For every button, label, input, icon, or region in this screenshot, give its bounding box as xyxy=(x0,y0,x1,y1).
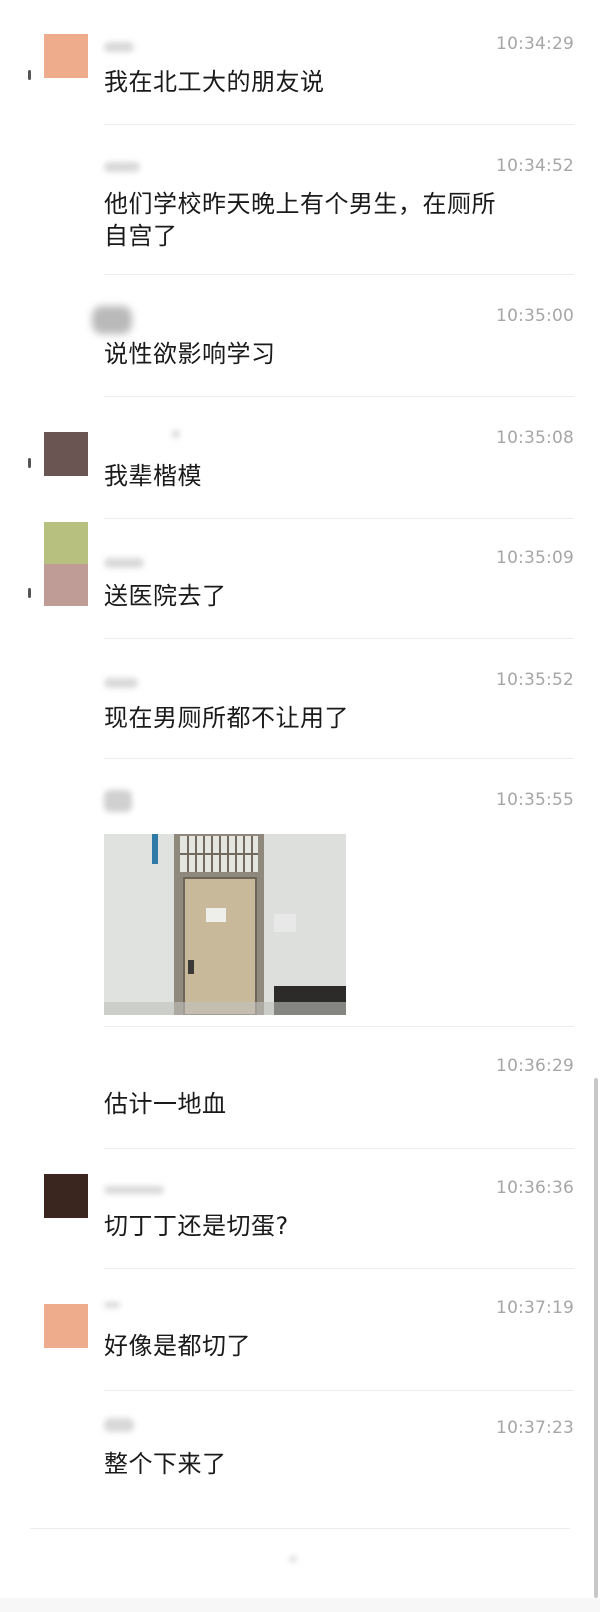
message-text: 送医院去了 xyxy=(104,582,227,610)
avatar[interactable] xyxy=(44,34,88,78)
chat-message[interactable]: 10:36:36 切丁丁还是切蛋? xyxy=(0,1174,600,1268)
divider xyxy=(104,396,574,397)
message-time: 10:34:52 xyxy=(496,156,574,176)
message-text-line: 自宫了 xyxy=(104,222,178,250)
divider xyxy=(104,758,574,759)
avatar-blurred xyxy=(104,790,132,812)
sender-name-blurred xyxy=(104,1186,164,1194)
chat-message[interactable]: 10:34:52 他们学校昨天晚上有个男生，在厕所 自宫了 xyxy=(0,156,600,274)
avatar[interactable] xyxy=(44,1174,88,1218)
chat-message[interactable]: 10:35:09 送医院去了 xyxy=(0,522,600,638)
divider xyxy=(104,638,574,639)
message-text: 说性欲影响学习 xyxy=(104,340,276,368)
message-text: 整个下来了 xyxy=(104,1450,227,1478)
sender-name-blurred xyxy=(104,1418,134,1432)
chat-message[interactable]: 10:35:55 xyxy=(0,790,600,1026)
avatar[interactable] xyxy=(44,432,88,476)
sender-name-blurred xyxy=(172,430,180,438)
message-time: 10:35:55 xyxy=(496,790,574,810)
chat-message[interactable]: 10:37:19 好像是都切了 xyxy=(0,1298,600,1390)
message-text: 现在男厕所都不让用了 xyxy=(104,704,349,732)
selection-mark xyxy=(28,458,31,468)
message-text: 我在北工大的朋友说 xyxy=(104,68,325,96)
divider xyxy=(104,1390,574,1391)
chat-message[interactable]: 10:35:52 现在男厕所都不让用了 xyxy=(0,670,600,758)
sender-name-blurred xyxy=(104,1302,120,1308)
message-time: 10:35:09 xyxy=(496,548,574,568)
selection-mark xyxy=(28,70,31,80)
message-time: 10:36:29 xyxy=(496,1056,574,1076)
avatar[interactable] xyxy=(44,522,88,564)
divider xyxy=(104,518,574,519)
avatar-blurred xyxy=(92,306,132,334)
list-end-dot xyxy=(290,1556,296,1562)
message-text: 好像是都切了 xyxy=(104,1332,251,1360)
chat-message[interactable]: 10:35:00 说性欲影响学习 xyxy=(0,306,600,396)
chat-message[interactable]: 10:36:29 估计一地血 xyxy=(0,1056,600,1148)
sender-name-blurred xyxy=(104,558,144,568)
divider xyxy=(104,1148,574,1149)
sender-name-blurred xyxy=(104,42,134,52)
message-text-line: 他们学校昨天晚上有个男生，在厕所 xyxy=(104,190,496,218)
chat-history: 10:34:29 我在北工大的朋友说 10:34:52 他们学校昨天晚上有个男生… xyxy=(0,0,600,1612)
chat-message[interactable]: 10:37:23 整个下来了 xyxy=(0,1418,600,1518)
selection-mark xyxy=(28,588,31,598)
restroom-door-photo[interactable] xyxy=(104,834,346,1015)
message-time: 10:35:08 xyxy=(496,428,574,448)
bottom-bar xyxy=(0,1598,600,1612)
divider xyxy=(104,1268,574,1269)
divider xyxy=(104,274,574,275)
scrollbar[interactable] xyxy=(594,1078,598,1598)
photo-illustration xyxy=(104,834,346,1015)
message-time: 10:37:23 xyxy=(496,1418,574,1438)
divider xyxy=(30,1528,570,1529)
message-time: 10:35:52 xyxy=(496,670,574,690)
message-time: 10:34:29 xyxy=(496,34,574,54)
message-time: 10:36:36 xyxy=(496,1178,574,1198)
sender-name-blurred xyxy=(104,162,140,172)
avatar[interactable] xyxy=(44,564,88,606)
message-text: 估计一地血 xyxy=(104,1090,227,1118)
message-text: 我辈楷模 xyxy=(104,462,202,490)
divider xyxy=(104,1026,574,1027)
message-time: 10:37:19 xyxy=(496,1298,574,1318)
sender-name-blurred xyxy=(104,678,138,688)
divider xyxy=(104,124,574,125)
chat-message[interactable]: 10:35:08 我辈楷模 xyxy=(0,428,600,518)
message-text: 切丁丁还是切蛋? xyxy=(104,1212,289,1240)
avatar[interactable] xyxy=(44,1304,88,1348)
message-time: 10:35:00 xyxy=(496,306,574,326)
chat-message[interactable]: 10:34:29 我在北工大的朋友说 xyxy=(0,34,600,124)
